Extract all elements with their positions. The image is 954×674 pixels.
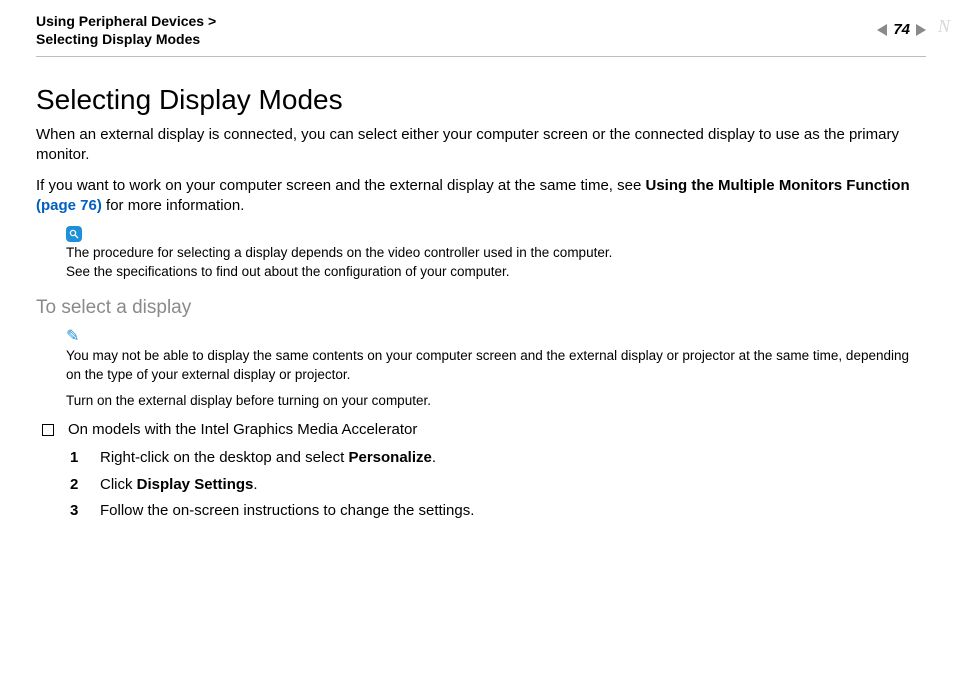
steps-list: 1 Right-click on the desktop and select … (70, 448, 926, 521)
note1-line1: The procedure for selecting a display de… (66, 244, 926, 262)
step-1: 1 Right-click on the desktop and select … (70, 448, 926, 468)
step-number: 3 (70, 501, 82, 521)
step-text: Right-click on the desktop and select Pe… (100, 448, 436, 468)
prev-page-icon[interactable] (877, 24, 887, 36)
header-divider (36, 56, 926, 57)
note1-line2: See the specifications to find out about… (66, 263, 926, 281)
page-number: 74 (893, 20, 910, 40)
tip-text: You may not be able to display the same … (66, 347, 926, 383)
page-nav: 74 (877, 20, 926, 40)
step-3: 3 Follow the on-screen instructions to c… (70, 501, 926, 521)
step-post: . (432, 449, 436, 466)
page-link-76[interactable]: (page 76) (36, 197, 102, 214)
step-pre: Follow the on-screen instructions to cha… (100, 502, 474, 519)
subheading: To select a display (36, 295, 926, 321)
para2-pre: If you want to work on your computer scr… (36, 177, 645, 194)
step-post: . (253, 476, 257, 493)
step-bold: Display Settings (137, 476, 254, 493)
para2-post: for more information. (102, 197, 245, 214)
square-bullet-icon (42, 424, 54, 436)
page: N Using Peripheral Devices > Selecting D… (0, 0, 954, 674)
tip-note: ✎ You may not be able to display the sam… (66, 328, 926, 410)
second-paragraph: If you want to work on your computer scr… (36, 176, 926, 217)
decorative-n: N (938, 14, 950, 38)
step-pre: Click (100, 476, 137, 493)
step-pre: Right-click on the desktop and select (100, 449, 348, 466)
info-note: The procedure for selecting a display de… (66, 226, 926, 281)
step-2: 2 Click Display Settings. (70, 475, 926, 495)
content: Selecting Display Modes When an external… (36, 81, 926, 521)
para2-bold: Using the Multiple Monitors Function (645, 177, 909, 194)
header: Using Peripheral Devices > Selecting Dis… (36, 12, 926, 48)
magnifier-icon (66, 226, 82, 242)
tip-extra: Turn on the external display before turn… (66, 392, 926, 410)
step-text: Click Display Settings. (100, 475, 258, 495)
step-number: 2 (70, 475, 82, 495)
bullet-text: On models with the Intel Graphics Media … (68, 420, 417, 440)
pencil-icon: ✎ (66, 329, 79, 345)
page-title: Selecting Display Modes (36, 81, 926, 119)
breadcrumb: Using Peripheral Devices > Selecting Dis… (36, 12, 216, 48)
breadcrumb-line-2: Selecting Display Modes (36, 30, 216, 48)
step-text: Follow the on-screen instructions to cha… (100, 501, 474, 521)
step-number: 1 (70, 448, 82, 468)
step-bold: Personalize (348, 449, 431, 466)
breadcrumb-line-1: Using Peripheral Devices > (36, 12, 216, 30)
intro-paragraph: When an external display is connected, y… (36, 125, 926, 166)
next-page-icon[interactable] (916, 24, 926, 36)
bullet-item: On models with the Intel Graphics Media … (42, 420, 926, 440)
